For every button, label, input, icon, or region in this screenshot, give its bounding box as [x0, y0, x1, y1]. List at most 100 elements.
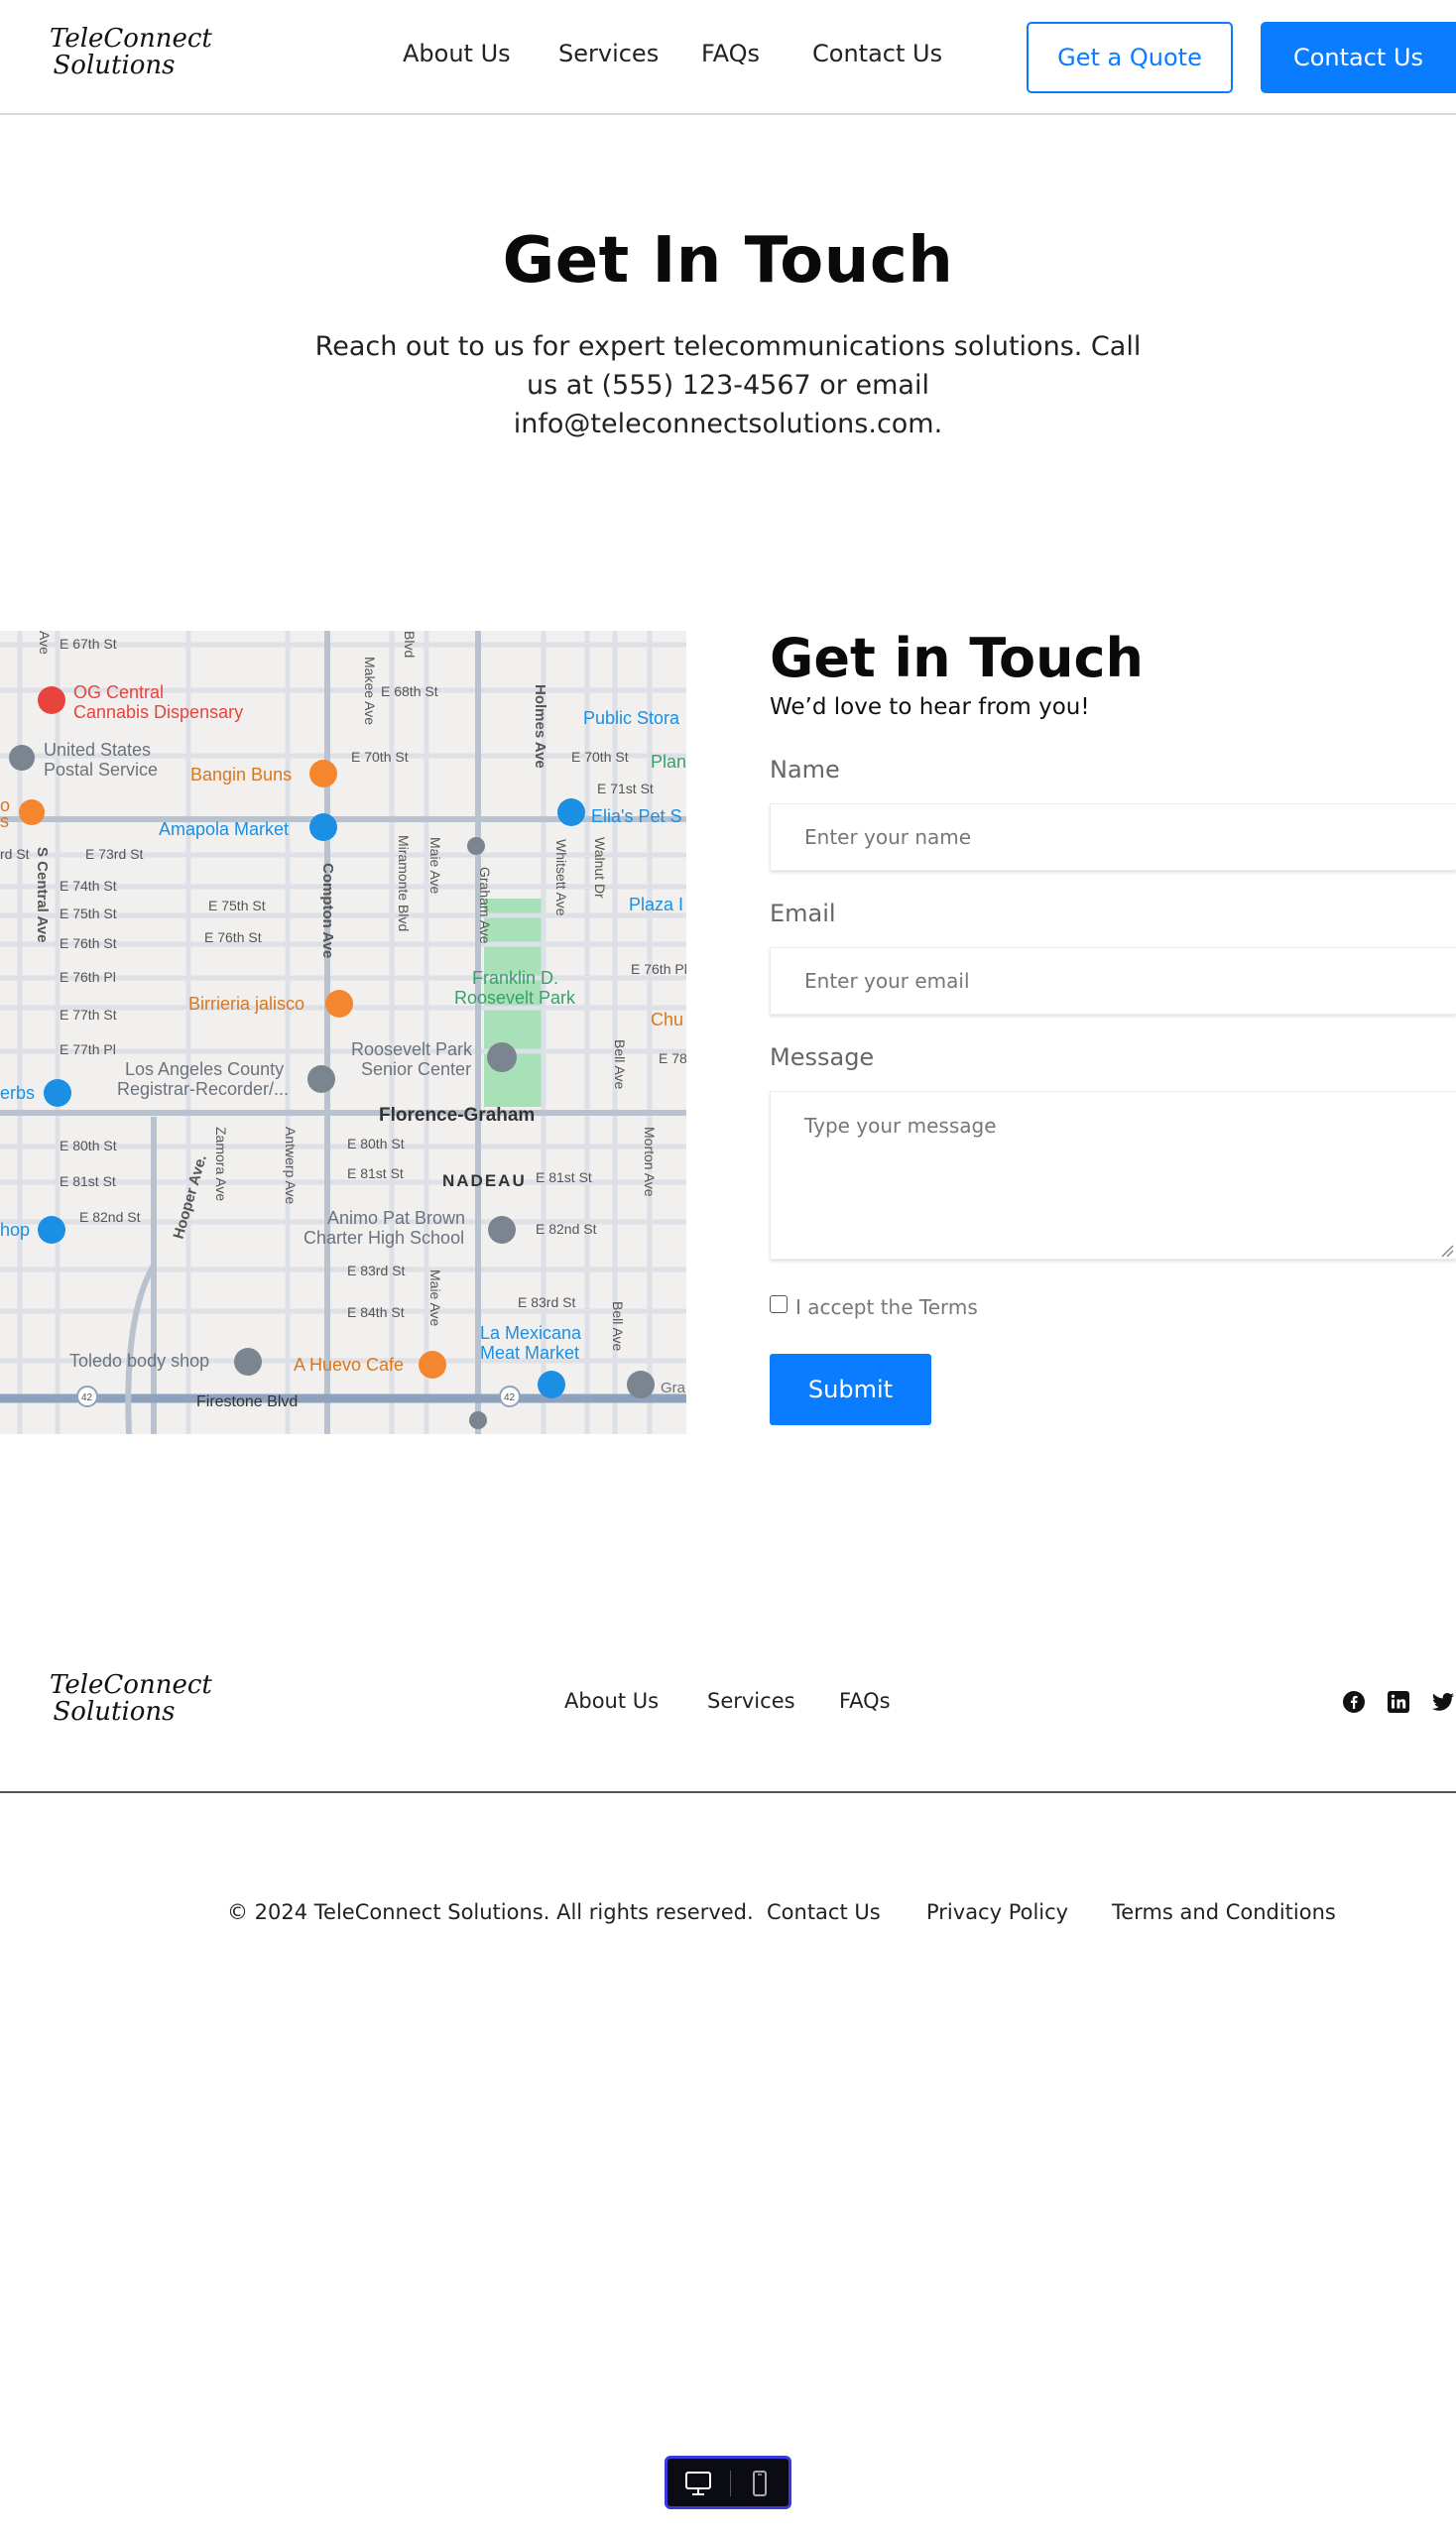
map-label: rd St — [0, 846, 30, 862]
map-label: Plan — [651, 752, 686, 772]
map-label: Ave — [37, 631, 53, 655]
map-label: La Mexicana — [480, 1323, 582, 1343]
map-label: Miramonte Blvd — [396, 835, 412, 931]
map-label: E 77th Pl — [60, 1041, 116, 1057]
footer-logo[interactable]: TeleConnect Solutions — [50, 1671, 212, 1728]
facebook-icon[interactable] — [1342, 1690, 1366, 1714]
footer: TeleConnect Solutions About Us Services … — [0, 1646, 1456, 1793]
map-label: E 82nd St — [79, 1209, 141, 1225]
map-label: Roosevelt Park — [454, 988, 576, 1008]
map-label: Bell Ave — [612, 1039, 628, 1090]
map-label: Whitsett Ave — [553, 839, 569, 916]
map-label: Firestone Blvd — [196, 1393, 298, 1410]
get-a-quote-button[interactable]: Get a Quote — [1027, 22, 1233, 93]
map-label: S Central Ave — [34, 847, 51, 942]
submit-button[interactable]: Submit — [770, 1354, 931, 1425]
page-title: Get In Touch — [502, 224, 954, 298]
map-label: E 78 — [659, 1050, 686, 1066]
footer-nav-about-us[interactable]: About Us — [564, 1689, 659, 1713]
nav-faqs[interactable]: FAQs — [701, 40, 760, 67]
map-label: Postal Service — [44, 760, 158, 780]
linkedin-icon[interactable] — [1387, 1690, 1410, 1714]
name-label: Name — [770, 756, 840, 784]
route-shield: 42 — [81, 1392, 93, 1403]
map-label: E 70th St — [571, 749, 629, 765]
logo[interactable]: TeleConnect Solutions — [50, 24, 212, 80]
map-label: E 76th Pl — [60, 969, 116, 985]
map-label: E 74th St — [60, 878, 117, 894]
map-label: NADEAU — [442, 1171, 527, 1190]
map-label: Zamora Ave — [213, 1127, 229, 1201]
map-label: Elia's Pet S — [591, 806, 681, 826]
logo-line-1: TeleConnect — [50, 24, 212, 54]
map-label: Roosevelt Park — [351, 1039, 473, 1059]
map-label: E 83rd St — [347, 1263, 405, 1278]
map-label: E 73rd St — [85, 846, 143, 862]
map-label: E 76th St — [60, 935, 117, 951]
map-label: Franklin D. — [472, 968, 558, 988]
resize-handle-icon[interactable] — [1440, 1244, 1454, 1258]
map-label: Meat Market — [480, 1343, 579, 1363]
logo-line-2: Solutions — [53, 1697, 176, 1728]
footer-link-terms[interactable]: Terms and Conditions — [1112, 1900, 1336, 1924]
map-label: Toledo body shop — [69, 1351, 209, 1371]
mobile-icon[interactable] — [745, 2469, 775, 2498]
email-label: Email — [770, 900, 836, 927]
hero-description: Reach out to us for expert telecommunica… — [314, 331, 1142, 439]
message-label: Message — [770, 1043, 875, 1071]
map-label: E 76th St — [204, 929, 262, 945]
twitter-icon[interactable] — [1431, 1690, 1455, 1714]
map-label: Senior Center — [361, 1059, 471, 1079]
map-label: E 75th St — [208, 898, 266, 913]
map-label: E 80th St — [60, 1138, 117, 1153]
form-subtitle: We’d love to hear from you! — [770, 694, 1090, 720]
map-label: E 76th Pl — [631, 961, 686, 977]
map-label: Bangin Buns — [190, 765, 292, 785]
email-field[interactable] — [770, 947, 1456, 1015]
map-label: E 83rd St — [518, 1294, 575, 1310]
map-label: Los Angeles County — [125, 1059, 284, 1079]
name-field[interactable] — [770, 803, 1456, 871]
device-switcher — [665, 2456, 791, 2509]
map-label: E 71st St — [597, 781, 654, 796]
copyright: © 2024 TeleConnect Solutions. All rights… — [227, 1900, 754, 1924]
map-label: Plaza I — [629, 895, 683, 914]
footer-nav-faqs[interactable]: FAQs — [839, 1689, 891, 1713]
map-canvas: E 67th St E 68th St E 70th St E 70th St … — [0, 631, 686, 1434]
map-label: Holmes Ave — [532, 684, 548, 769]
map-label: Registrar-Recorder/... — [117, 1079, 289, 1099]
map-label: erbs — [0, 1083, 35, 1103]
contact-us-button[interactable]: Contact Us — [1261, 22, 1456, 93]
map-label: A Huevo Cafe — [294, 1355, 404, 1375]
footer-link-privacy-policy[interactable]: Privacy Policy — [926, 1900, 1068, 1924]
nav-contact-us[interactable]: Contact Us — [812, 40, 942, 67]
map-label: hop — [0, 1220, 30, 1240]
footer-link-contact-us[interactable]: Contact Us — [767, 1900, 881, 1924]
nav-about-us[interactable]: About Us — [403, 40, 511, 67]
map-label: Maie Ave — [427, 1270, 443, 1327]
terms-checkbox[interactable] — [770, 1295, 788, 1313]
message-field[interactable] — [770, 1091, 1456, 1260]
footer-nav-services[interactable]: Services — [707, 1689, 795, 1713]
map-label: Morton Ave — [642, 1127, 658, 1197]
map-label: United States — [44, 740, 151, 760]
map-label: E 81st St — [536, 1169, 592, 1185]
nav-services[interactable]: Services — [558, 40, 659, 67]
map-label: E 77th St — [60, 1007, 117, 1023]
map-label: E 68th St — [381, 683, 438, 699]
location-map[interactable]: E 67th St E 68th St E 70th St E 70th St … — [0, 631, 686, 1434]
route-shield: 42 — [504, 1392, 516, 1403]
map-label: Animo Pat Brown — [327, 1208, 465, 1228]
map-label: E 70th St — [351, 749, 409, 765]
map-label: Public Stora — [583, 708, 680, 728]
map-label: OG Central — [73, 682, 164, 702]
map-label: E 80th St — [347, 1136, 405, 1151]
map-label: Gra — [661, 1380, 686, 1396]
divider — [730, 2471, 731, 2496]
map-label: E 75th St — [60, 906, 117, 921]
map-label: E 81st St — [60, 1173, 116, 1189]
desktop-icon[interactable] — [683, 2469, 713, 2498]
site-header: TeleConnect Solutions About Us Services … — [0, 0, 1456, 115]
map-label: E 81st St — [347, 1165, 404, 1181]
map-label: Amapola Market — [159, 819, 289, 839]
